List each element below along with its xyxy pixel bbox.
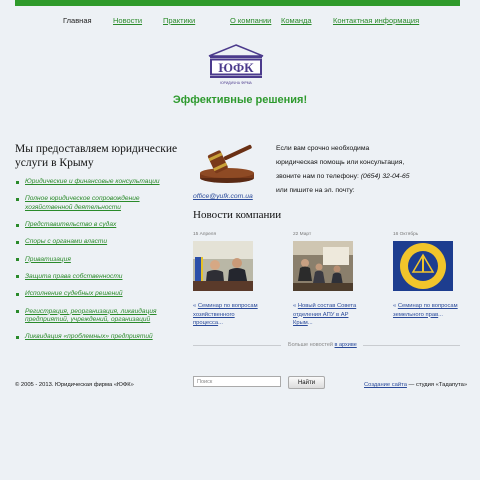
services-title: Мы предоставляем юридические услуги в Кр… bbox=[15, 143, 178, 169]
slogan-accent: ! bbox=[303, 94, 308, 106]
contact-block: Если вам срочно необходима юридическая п… bbox=[276, 142, 446, 198]
service-link[interactable]: Ликвидация «проблемных» предприятий bbox=[25, 333, 153, 340]
list-item: Защита права собственности bbox=[15, 273, 175, 282]
contact-line: Если вам срочно необходима bbox=[276, 145, 370, 152]
news-link[interactable]: Семинар по вопросам земельного прав bbox=[393, 303, 458, 318]
news-photo[interactable] bbox=[193, 241, 253, 291]
more-news-label: Больше новостей bbox=[288, 342, 335, 348]
services-list: Юридические и финансовые консультации По… bbox=[15, 178, 175, 351]
news-item: 22 Март « Новый состав Совета отделения … bbox=[293, 232, 358, 328]
news-date: 15 Апреля bbox=[193, 232, 217, 237]
contact-phone-prefix: звоните нам по телефону: bbox=[276, 173, 361, 180]
more-news: Больше новостей в архиве bbox=[193, 342, 460, 348]
news-ellipsis: ... bbox=[218, 320, 223, 326]
news-headline: « Семинар по вопросам хозяйственного про… bbox=[193, 302, 258, 328]
slogan: Эффективные решения! bbox=[0, 94, 480, 106]
list-item: Регистрация, реорганизация, ликвидация п… bbox=[15, 308, 175, 325]
archive-link[interactable]: в архиве bbox=[335, 342, 357, 348]
list-item: Ликвидация «проблемных» предприятий bbox=[15, 333, 175, 342]
site-credit: Создание сайта — студия «Тадапута» bbox=[364, 382, 467, 388]
logo-text: ЮФК bbox=[218, 60, 254, 75]
news-date: 22 Март bbox=[293, 232, 312, 237]
service-link[interactable]: Регистрация, реорганизация, ликвидация п… bbox=[25, 308, 157, 324]
service-link[interactable]: Юридические и финансовые консультации bbox=[25, 178, 160, 185]
service-link[interactable]: Защита права собственности bbox=[25, 273, 122, 280]
divider bbox=[193, 345, 281, 346]
list-item: Споры с органами власти bbox=[15, 238, 175, 247]
credit-link[interactable]: Создание сайта bbox=[364, 382, 407, 388]
news-link[interactable]: Семинар по вопросам хозяйственного проце… bbox=[193, 303, 258, 326]
service-link[interactable]: Споры с органами власти bbox=[25, 238, 107, 245]
nav-team[interactable]: Команда bbox=[281, 16, 312, 25]
nav-news[interactable]: Новости bbox=[113, 16, 142, 25]
news-link[interactable]: Новый состав Совета отделения АПУ в АР К… bbox=[293, 303, 356, 326]
more-news-text: Больше новостей в архиве bbox=[286, 342, 359, 348]
contact-phone: (0654) 32-04-65 bbox=[360, 173, 410, 180]
news-ellipsis: ... bbox=[307, 320, 313, 326]
top-accent-bar bbox=[15, 0, 460, 6]
bar-association-emblem[interactable] bbox=[393, 241, 453, 291]
contact-line: или пишите на эл. почту: bbox=[276, 187, 355, 194]
service-link[interactable]: Представительство в судах bbox=[25, 221, 116, 228]
search-button[interactable]: Найти bbox=[288, 376, 325, 389]
list-item: Исполнение судебных решений bbox=[15, 290, 175, 299]
news-section-title: Новости компании bbox=[193, 209, 282, 221]
news-item: 16 Октябрь « Семинар по вопросам земельн… bbox=[393, 232, 458, 319]
copyright: © 2005 - 2013. Юридическая фирма «ЮФК» bbox=[15, 382, 134, 388]
news-photo[interactable] bbox=[293, 241, 353, 291]
news-date: 16 Октябрь bbox=[393, 232, 419, 237]
list-item: Приватизация bbox=[15, 256, 175, 265]
company-logo[interactable]: ЮФК ЮРИДИЧНА ФІРМА bbox=[206, 44, 266, 88]
contact-phone-line: звоните нам по телефону: (0654) 32-04-65 bbox=[276, 170, 446, 184]
news-ellipsis: ... bbox=[438, 311, 443, 318]
nav-contacts[interactable]: Контактная информация bbox=[333, 16, 419, 25]
contact-line: юридическая помощь или консультация, bbox=[276, 159, 405, 166]
list-item: Представительство в судах bbox=[15, 221, 175, 230]
email-link[interactable]: office@yufk.com.ua bbox=[193, 193, 253, 200]
service-link[interactable]: Приватизация bbox=[25, 256, 71, 263]
list-item: Полное юридическое сопровождение хозяйст… bbox=[15, 195, 175, 212]
news-headline: « Новый состав Совета отделения АПУ в АР… bbox=[293, 302, 358, 328]
logo-subtitle: ЮРИДИЧНА ФІРМА bbox=[220, 81, 252, 85]
nav-about[interactable]: О компании bbox=[230, 16, 271, 25]
gavel-icon bbox=[200, 144, 254, 183]
service-link[interactable]: Полное юридическое сопровождение хозяйст… bbox=[25, 195, 140, 211]
service-link[interactable]: Исполнение судебных решений bbox=[25, 290, 123, 297]
slogan-text: Эффективные решения bbox=[172, 94, 304, 106]
list-item: Юридические и финансовые консультации bbox=[15, 178, 175, 187]
news-headline: « Семинар по вопросам земельного прав... bbox=[393, 302, 458, 319]
nav-home[interactable]: Главная bbox=[63, 16, 92, 25]
divider bbox=[363, 345, 460, 346]
search-input[interactable] bbox=[193, 376, 281, 387]
nav-practices[interactable]: Практики bbox=[163, 16, 195, 25]
news-item: 15 Апреля « Семинар по вопросам хозяйств… bbox=[193, 232, 258, 328]
credit-text: — студия «Тадапута» bbox=[406, 382, 468, 388]
